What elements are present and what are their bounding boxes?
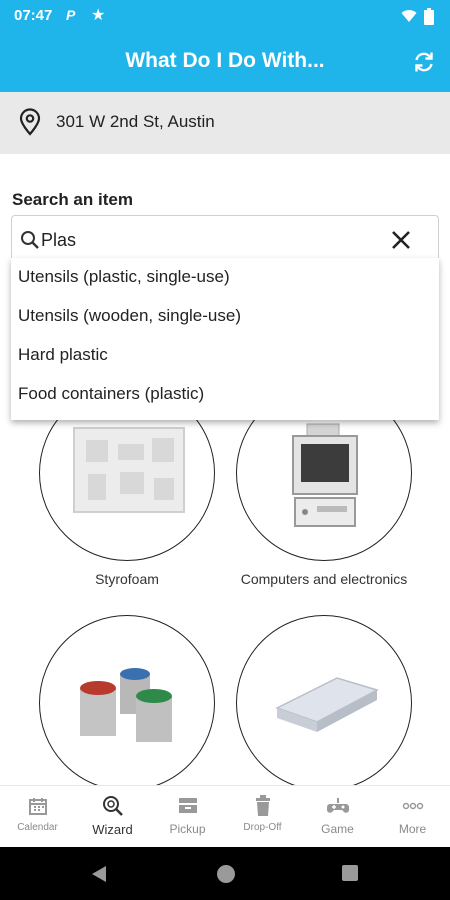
- item-label: Computers and electronics: [240, 571, 408, 587]
- nav-label: Pickup: [169, 822, 206, 836]
- nav-pickup[interactable]: Pickup: [150, 786, 225, 847]
- location-bar[interactable]: 301 W 2nd St, Austin: [0, 92, 450, 154]
- nav-game[interactable]: Game: [300, 786, 375, 847]
- home-icon[interactable]: [215, 863, 237, 885]
- nav-label: More: [398, 822, 427, 836]
- search-input[interactable]: [41, 226, 371, 254]
- star-notification-icon: ★: [91, 7, 106, 24]
- bottom-nav: Calendar Wizard Pickup Drop-Off Game Mor…: [0, 785, 450, 847]
- clear-icon[interactable]: [389, 228, 413, 252]
- wizard-search-icon: [102, 796, 123, 816]
- back-icon[interactable]: [90, 864, 108, 884]
- nav-label: Wizard: [92, 822, 133, 837]
- parking-notification-icon: P: [66, 7, 76, 23]
- nav-wizard[interactable]: Wizard: [75, 786, 150, 847]
- nav-label: Calendar: [17, 822, 58, 833]
- nav-calendar[interactable]: Calendar: [0, 786, 75, 847]
- nav-more[interactable]: More: [375, 786, 450, 847]
- page-title: What Do I Do With...: [125, 49, 325, 72]
- search-box[interactable]: [11, 215, 439, 263]
- wifi-icon: [401, 10, 417, 22]
- suggestion-item[interactable]: Food containers (plastic): [11, 375, 439, 414]
- search-icon: [21, 231, 39, 249]
- nav-label: Game: [321, 822, 354, 836]
- status-time: 07:47: [14, 7, 53, 24]
- status-bar: 07:47 P ★: [0, 0, 450, 32]
- paint-cans-image: [39, 615, 215, 791]
- item-card-paint[interactable]: [39, 615, 215, 801]
- calendar-icon: [28, 798, 47, 815]
- app-bar: What Do I Do With...: [0, 32, 450, 92]
- recents-icon[interactable]: [341, 864, 359, 882]
- suggestion-item[interactable]: Utensils (wooden, single-use): [11, 297, 439, 336]
- search-label: Search an item: [12, 190, 133, 209]
- item-card-mattress[interactable]: [236, 615, 412, 801]
- drop-off-bin-icon: [255, 795, 270, 816]
- location-pin-icon: [19, 108, 41, 136]
- pickup-truck-icon: [178, 798, 197, 813]
- system-nav-bar: [0, 847, 450, 900]
- nav-drop-off[interactable]: Drop-Off: [225, 786, 300, 847]
- suggestion-item[interactable]: Hard plastic: [11, 336, 439, 375]
- mattress-image: [236, 615, 412, 791]
- location-address: 301 W 2nd St, Austin: [56, 112, 215, 131]
- suggestion-item[interactable]: Utensils (plastic, single-use): [11, 258, 439, 297]
- nav-label: Drop-Off: [243, 822, 282, 833]
- suggestions-dropdown: Utensils (plastic, single-use) Utensils …: [11, 258, 439, 420]
- game-controller-icon: [326, 798, 349, 813]
- battery-icon: [424, 8, 434, 25]
- item-label: Styrofoam: [95, 571, 159, 587]
- more-dots-icon: [402, 802, 423, 810]
- refresh-icon[interactable]: [412, 50, 436, 74]
